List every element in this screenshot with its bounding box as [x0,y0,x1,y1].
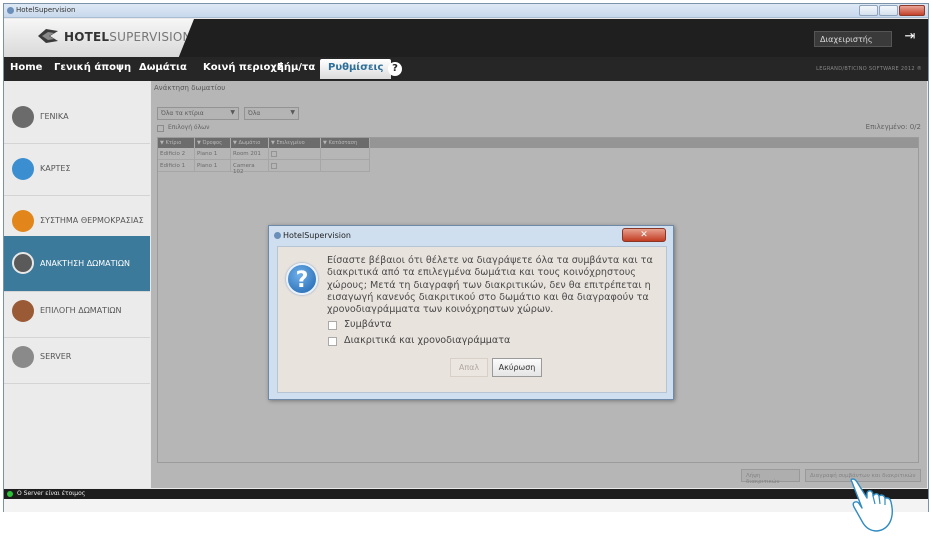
sidebar-item-label: ΣΥΣΤΗΜΑ ΘΕΡΜΟΚΡΑΣΙΑΣ [40,216,144,225]
brand-bold: HOTEL [64,30,110,44]
window-title: HotelSupervision [16,6,76,14]
minimize-button[interactable] [859,5,878,16]
dialog-body: ? Είσαστε βέβαιοι ότι θέλετε να διαγράψε… [277,246,667,393]
dialog-title: HotelSupervision [283,231,351,240]
thermometer-icon [12,210,34,232]
rooms-icon [12,300,34,322]
events-checkbox-label: Συμβάντα [344,319,392,330]
logout-icon[interactable]: ⇥ [901,29,919,47]
sidebar-item-server[interactable]: SERVER [4,332,150,384]
delete-button[interactable]: Απαλ [450,358,488,377]
vendor-label: LEGRAND/BTICINO SOFTWARE 2012 ® [816,66,922,72]
brand-name: HOTELSUPERVISION [64,30,192,44]
question-icon: ? [286,263,318,295]
status-indicator-icon [7,491,13,497]
menu-settings[interactable]: Ρυθμίσεις [320,59,392,79]
recovery-icon [12,252,34,274]
events-checkbox[interactable] [328,321,337,330]
header-bar: HOTELSUPERVISION Διαχειριστής ⇥ [4,19,928,57]
sidebar-item-label: ΑΝΑΚΤΗΣΗ ΔΩΜΑΤΙΩΝ [40,259,130,268]
menu-rooms[interactable]: Δωμάτια [139,62,187,73]
sidebar-item-label: SERVER [40,352,72,361]
sidebar-item-general[interactable]: ΓΕΝΙΚΑ [4,92,150,144]
help-icon[interactable]: ? [388,62,402,76]
server-icon [12,346,34,368]
main-menu: Home Γενική άποψη Δωμάτια Κοινή περιοχή … [4,57,928,81]
sidebar-item-room-selection[interactable]: ΕΠΙΛΟΓΗ ΔΩΜΑΤΙΩΝ [4,286,150,338]
dialog-close-button[interactable]: ✕ [622,228,666,242]
sidebar-item-room-recovery[interactable]: ΑΝΑΚΤΗΣΗ ΔΩΜΑΤΙΩΝ [4,236,150,292]
status-text: Ο Server είναι έτοιμος [17,490,86,497]
wrench-icon [12,106,34,128]
dialog-message: Είσαστε βέβαιοι ότι θέλετε να διαγράψετε… [327,255,653,316]
user-select[interactable]: Διαχειριστής [814,31,892,47]
logo-area: HOTELSUPERVISION [4,19,194,57]
menu-overview[interactable]: Γενική άποψη [54,62,131,73]
cancel-button[interactable]: Ακύρωση [492,358,542,377]
sidebar-item-label: ΕΠΙΛΟΓΗ ΔΩΜΑΤΙΩΝ [40,306,122,315]
sidebar-item-cards[interactable]: ΚΑΡΤΕΣ [4,144,150,196]
footer-strip [4,499,928,512]
settings-sidebar: ΓΕΝΙΚΑ ΚΑΡΤΕΣ ΣΥΣΤΗΜΑ ΘΕΡΜΟΚΡΑΣΙΑΣ ΑΝΑΚΤ… [4,81,150,488]
card-icon [12,158,34,180]
sidebar-item-label: ΚΑΡΤΕΣ [40,164,71,173]
close-window-button[interactable] [899,5,925,16]
menu-home[interactable]: Home [10,62,42,73]
brand-light: SUPERVISION [109,30,192,44]
tokens-checkbox-label: Διακριτικά και χρονοδιαγράμματα [344,335,511,346]
status-bar: Ο Server είναι έτοιμος [4,489,928,499]
tokens-checkbox[interactable] [328,337,337,346]
maximize-button[interactable] [879,5,898,16]
logo-icon [38,29,58,43]
sidebar-item-label: ΓΕΝΙΚΑ [40,112,69,121]
app-icon [7,7,14,14]
confirm-dialog: HotelSupervision ✕ ? Είσαστε βέβαιοι ότι… [268,225,674,400]
window-titlebar: HotelSupervision [4,4,928,18]
app-icon [274,232,281,239]
pointer-hand-icon [850,478,893,532]
menu-alarms[interactable]: Σήμ/τα [277,62,315,73]
menu-common-area[interactable]: Κοινή περιοχή [203,62,284,73]
